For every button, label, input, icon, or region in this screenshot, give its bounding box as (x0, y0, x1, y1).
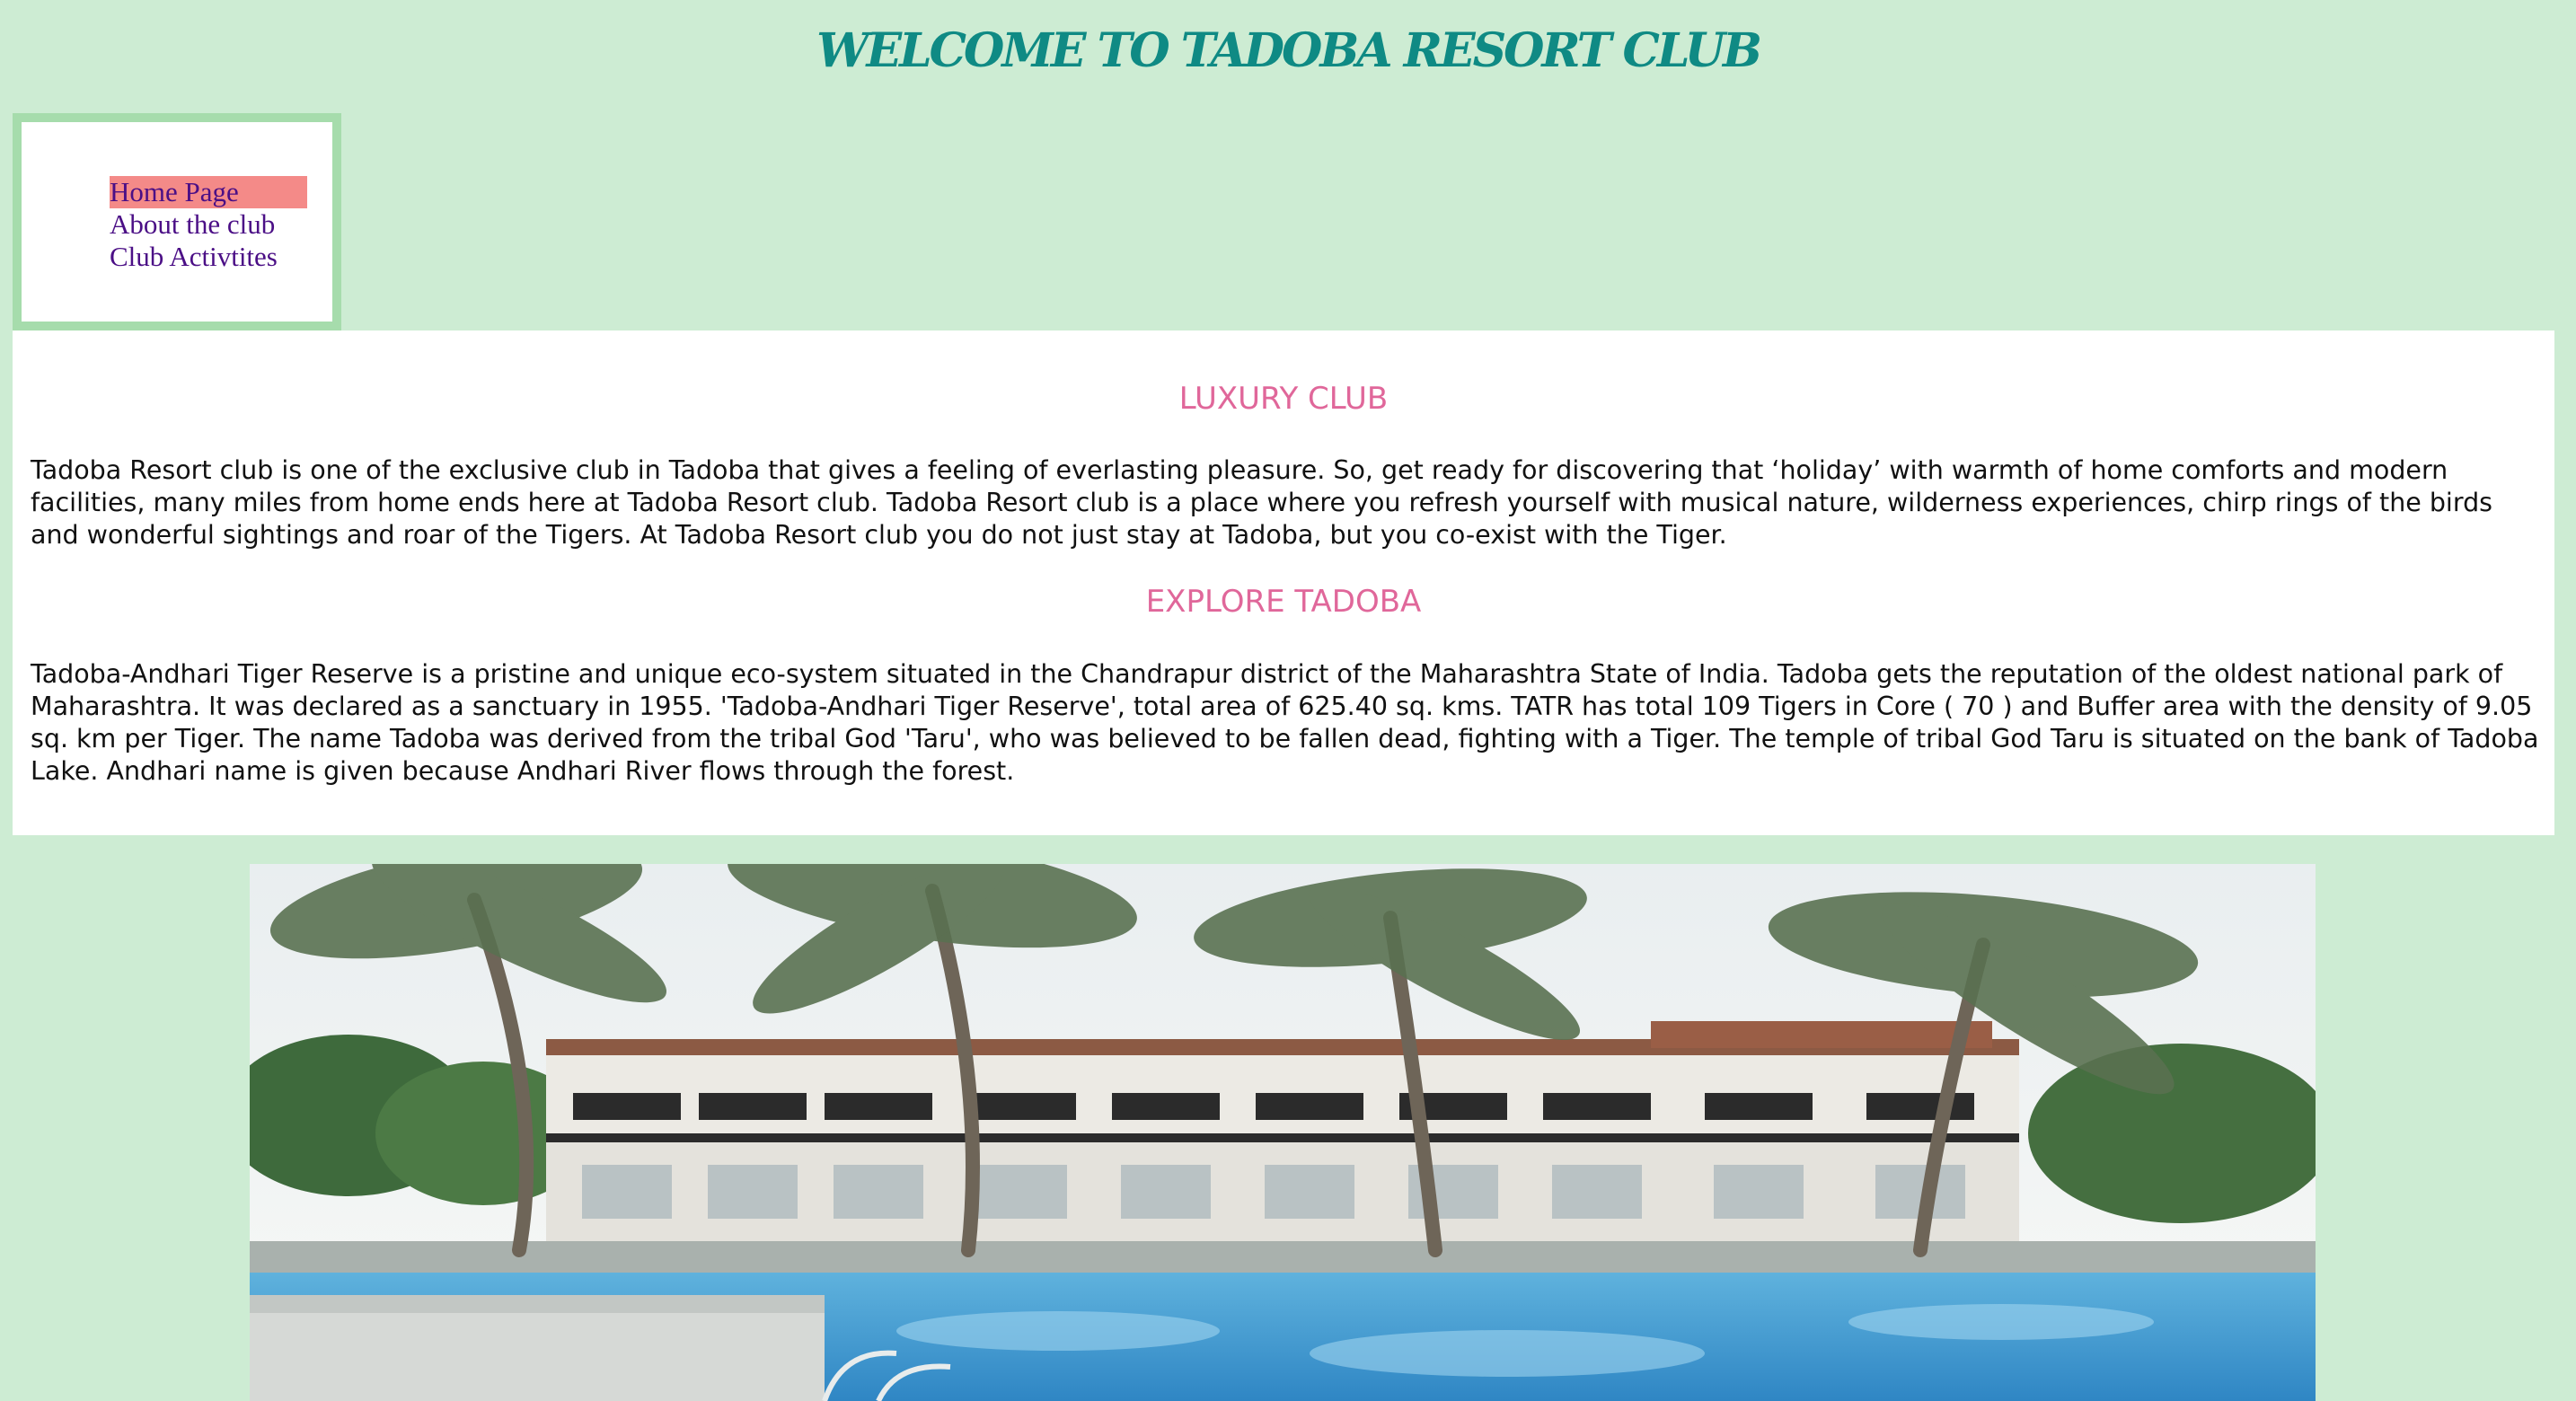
luxury-club-text: Tadoba Resort club is one of the exclusi… (31, 455, 2493, 550)
resort-photo (250, 864, 2316, 1401)
content-panel: LUXURY CLUB Tadoba Resort club is one of… (13, 330, 2554, 835)
nav-item-activities[interactable]: Club Activtites (110, 241, 307, 273)
nav-list: Home Page About the club Club Activtites (110, 176, 307, 273)
site-title: WELCOME TO TADOBA RESORT CLUB (816, 23, 1762, 78)
nav-item-about[interactable]: About the club (110, 208, 307, 241)
explore-tadoba-text: Tadoba-Andhari Tiger Reserve is a pristi… (31, 659, 2539, 786)
explore-tadoba-heading: EXPLORE TADOBA (1145, 584, 1422, 620)
luxury-club-heading: LUXURY CLUB (1178, 381, 1389, 417)
nav-item-home[interactable]: Home Page (110, 176, 307, 208)
resort-pool-image (250, 864, 2316, 1401)
nav-menu: Home Page About the club Club Activtites (13, 113, 341, 330)
